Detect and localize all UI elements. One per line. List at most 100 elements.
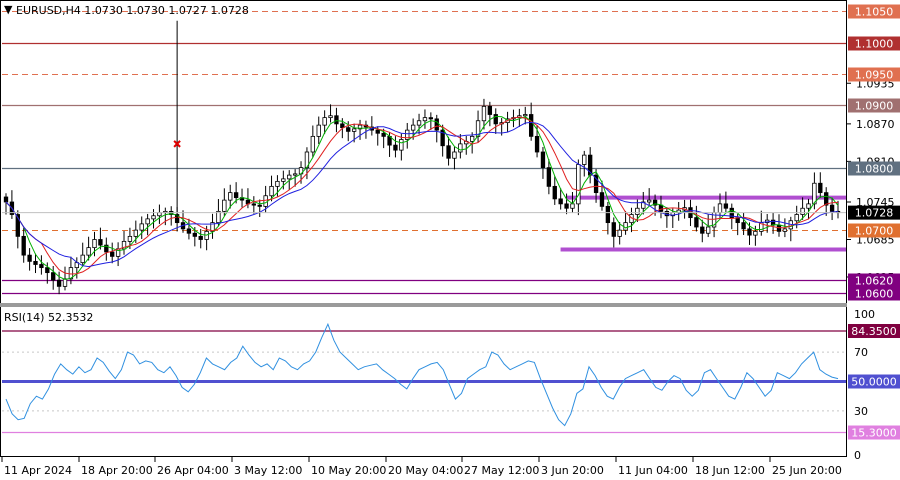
candle-bull <box>753 230 758 236</box>
candle-bull <box>458 143 463 153</box>
candle-bull <box>292 173 298 176</box>
candle-bear <box>446 145 451 159</box>
chart-header-arrow: ▼ <box>4 3 13 16</box>
candle-bull <box>139 223 144 231</box>
level-tag-1.0950: 1.0950 <box>855 69 894 82</box>
candle-bear <box>340 123 345 129</box>
level-tag-1.0600: 1.0600 <box>855 288 894 301</box>
candle-bear <box>56 279 62 287</box>
candle-bear <box>39 264 44 269</box>
candle-bull <box>481 105 487 122</box>
candle-bear <box>552 185 557 200</box>
candle-bear <box>3 196 9 203</box>
candle-bear <box>51 272 56 281</box>
candle-bear <box>824 192 829 206</box>
candle-bull <box>322 117 327 126</box>
rsi-level-tag-84.3500: 84.3500 <box>851 325 897 338</box>
candle-bear <box>21 235 26 256</box>
x-tick-7: 3 Jun 20:00 <box>541 464 604 477</box>
candle-bear <box>611 222 616 237</box>
candle-bull <box>228 192 233 201</box>
candle-bull <box>80 254 85 264</box>
candle-bear <box>393 144 398 151</box>
candle-bull <box>328 115 333 119</box>
candle-bear <box>487 105 493 115</box>
x-tick-4: 10 May 20:00 <box>311 464 386 477</box>
candle-bull <box>416 120 422 126</box>
candle-bear <box>818 182 823 194</box>
candle-bear <box>428 117 434 120</box>
candle-bear <box>658 204 664 212</box>
candle-bull <box>523 114 528 117</box>
rsi-title: RSI(14) 52.3532 <box>4 311 93 324</box>
rsi-axis: 84.3500 50.0000 15.3000 100 70 30 0 <box>848 308 900 462</box>
candle-bear <box>251 203 256 206</box>
candle-bull <box>263 195 268 207</box>
candle-bear <box>546 167 552 187</box>
candle-bear <box>98 239 103 246</box>
candle-bull <box>576 164 581 205</box>
rsi-level-tag-50.0000: 50.0000 <box>851 376 897 389</box>
candle-bear <box>599 192 605 207</box>
x-tick-5: 20 May 04:00 <box>388 464 463 477</box>
candle-bear <box>346 127 351 132</box>
candle-bear <box>747 228 752 236</box>
candle-bull <box>275 180 280 187</box>
price-pane-frame <box>0 0 847 304</box>
candle-bear <box>528 114 534 137</box>
price-tick-1.0870: 1.0870 <box>856 118 895 131</box>
candle-bull <box>422 117 428 122</box>
candle-bear <box>381 132 386 137</box>
candle-bull <box>133 229 138 237</box>
candle-bull <box>316 124 321 137</box>
candle-bull <box>92 239 97 249</box>
candle-bull <box>706 226 711 234</box>
rsi-level-tag-15.3000: 15.3000 <box>851 427 897 440</box>
candle-bull <box>127 235 133 242</box>
chart-canvas: ▼ EURUSD,H4 1.0730 1.0730 1.0727 1.0728 … <box>0 0 900 477</box>
candle-bear <box>434 118 439 131</box>
candle-bull <box>647 199 652 203</box>
chart-header: EURUSD,H4 1.0730 1.0730 1.0727 1.0728 <box>16 4 249 17</box>
rsi-tick-70: 70 <box>854 346 868 359</box>
level-tag-1.0620: 1.0620 <box>855 275 894 288</box>
level-tag-1.0800: 1.0800 <box>855 163 894 176</box>
candle-bear <box>186 228 192 234</box>
candle-bear <box>564 203 569 209</box>
x-tick-6: 27 May 12:00 <box>464 464 539 477</box>
candle-bull <box>269 185 274 197</box>
candle-bull <box>794 214 799 222</box>
candle-bear <box>700 226 705 234</box>
candle-bear <box>45 267 50 274</box>
x-tick-1: 18 Apr 20:00 <box>81 464 153 477</box>
candle-bull <box>399 139 404 151</box>
candle-bull <box>570 203 575 209</box>
x-tick-0: 11 Apr 2024 <box>4 464 72 477</box>
candle-bull <box>151 215 156 220</box>
current-price-text: 1.0728 <box>855 207 894 220</box>
level-price-labels: 1.1050 1.1000 1.0950 1.0900 1.0800 1.0700 1.06… <box>848 4 900 301</box>
candle-bear <box>723 203 729 209</box>
candle-bull <box>800 207 805 215</box>
candle-bear <box>741 222 746 230</box>
candle-bull <box>281 178 286 182</box>
candle-bull <box>145 218 150 225</box>
candle-bear <box>558 198 563 205</box>
level-tag-1.1050: 1.1050 <box>855 6 894 19</box>
candle-bear <box>534 135 540 153</box>
candle-bull <box>351 128 357 132</box>
candle-bull <box>287 174 292 180</box>
candle-bull <box>582 154 587 165</box>
candle-bull <box>635 207 640 215</box>
x-axis: 11 Apr 2024 18 Apr 20:00 26 Apr 04:00 3 May… <box>1 457 842 477</box>
x-tick-8: 11 Jun 04:00 <box>618 464 688 477</box>
candle-bull <box>623 222 628 231</box>
x-tick-10: 25 Jun 20:00 <box>772 464 842 477</box>
candle-bear <box>192 232 197 237</box>
rsi-tick-0: 0 <box>854 449 861 462</box>
candle-bull <box>617 229 622 237</box>
candle-bull <box>469 135 475 142</box>
candle-bull <box>86 247 91 256</box>
candle-bull <box>310 135 316 153</box>
level-tag-1.0900: 1.0900 <box>855 100 894 113</box>
